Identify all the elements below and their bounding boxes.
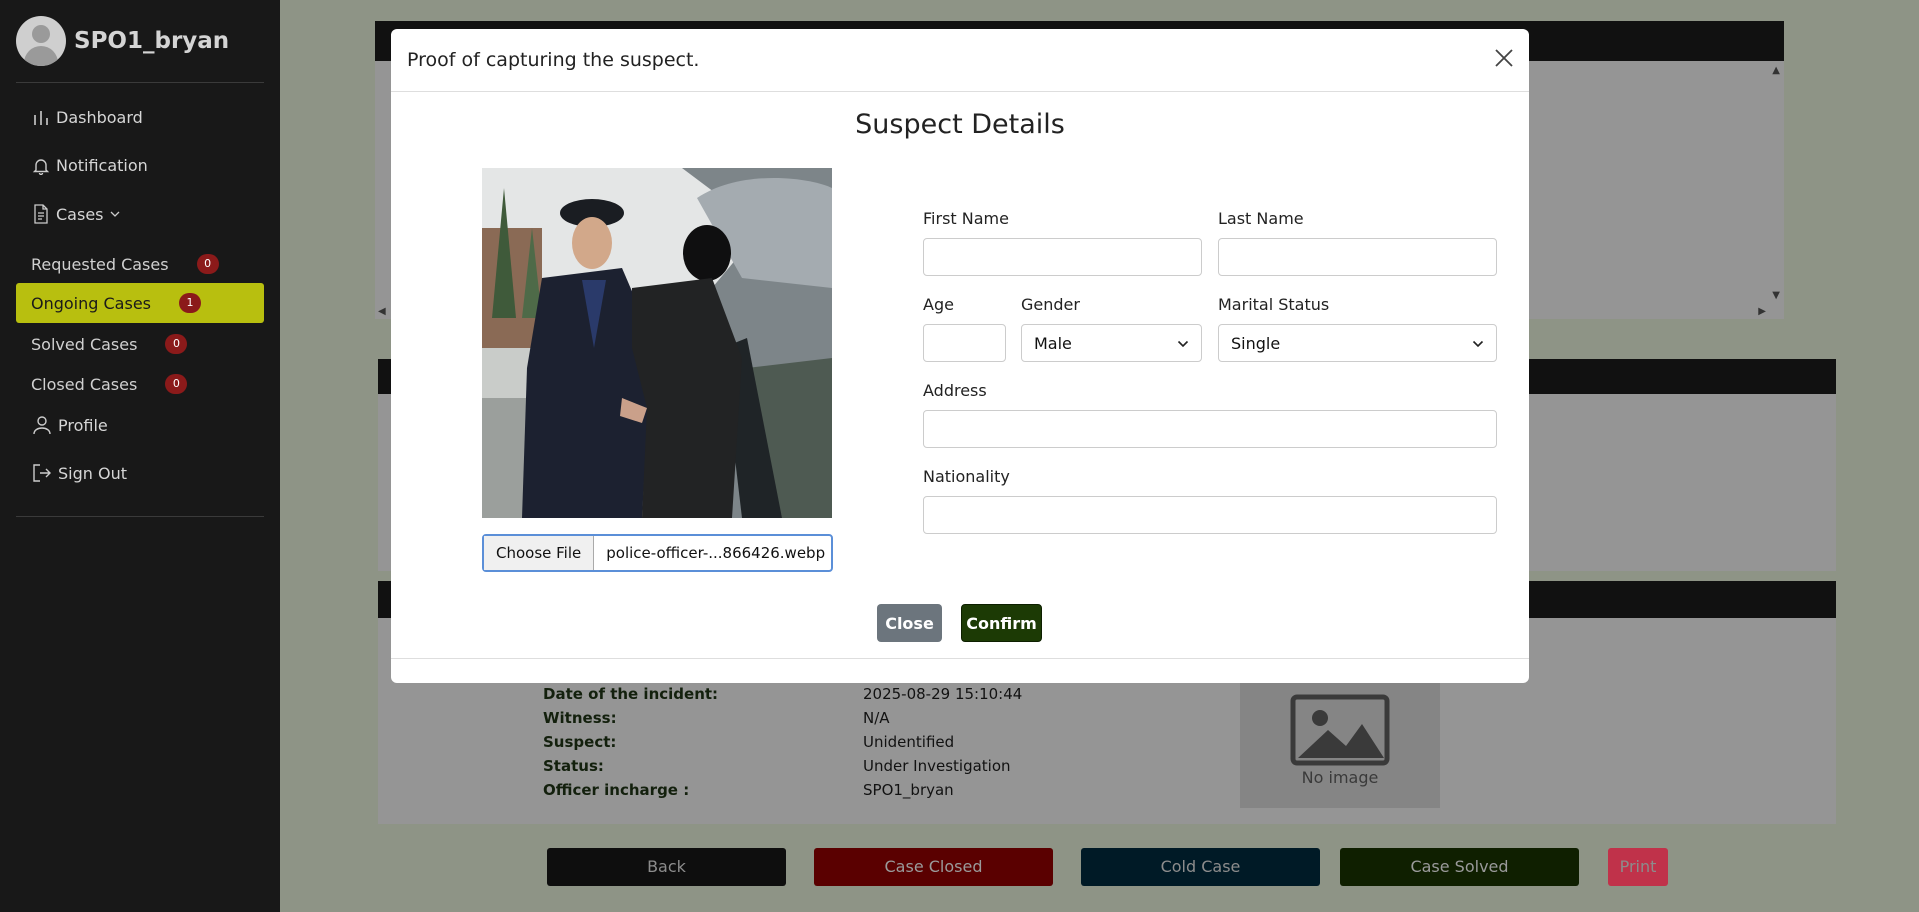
sign-out-icon (33, 464, 51, 482)
no-image-placeholder: No image (1240, 676, 1440, 808)
chevron-down-icon (1472, 340, 1484, 348)
scroll-up-icon[interactable]: ▲ (1772, 65, 1780, 76)
nationality-field[interactable] (923, 496, 1497, 534)
age-label: Age (923, 295, 954, 314)
age-field[interactable] (923, 324, 1006, 362)
scroll-right-icon[interactable]: ▶ (1758, 306, 1766, 317)
last-name-label: Last Name (1218, 209, 1304, 228)
confirm-button[interactable]: Confirm (961, 604, 1042, 642)
detail-label: Witness: (543, 709, 617, 727)
detail-label: Suspect: (543, 733, 617, 751)
marital-status-select-value: Single (1231, 333, 1281, 353)
detail-label: Date of the incident: (543, 685, 719, 703)
nav-signout[interactable]: Sign Out (32, 463, 127, 483)
nav-profile[interactable]: Profile (32, 415, 108, 435)
count-badge: 0 (165, 374, 188, 394)
detail-value: 2025-08-29 15:10:44 (863, 685, 1023, 703)
nationality-label: Nationality (923, 467, 1010, 486)
close-icon[interactable] (1489, 43, 1519, 73)
nav-dashboard-label: Dashboard (56, 108, 143, 127)
nav-cases[interactable]: Cases (32, 204, 127, 224)
count-badge: 0 (165, 334, 188, 354)
scroll-left-icon[interactable]: ◀ (378, 306, 386, 317)
document-icon (34, 204, 48, 224)
nav-signout-label: Sign Out (58, 463, 127, 483)
modal-title: Proof of capturing the suspect. (407, 49, 700, 71)
scroll-down-icon[interactable]: ▼ (1772, 290, 1780, 301)
marital-status-label: Marital Status (1218, 295, 1330, 314)
detail-value: Unidentified (863, 733, 955, 751)
sidebar-item-label: Ongoing Cases (31, 293, 151, 313)
detail-value: N/A (863, 709, 890, 727)
case-closed-button[interactable]: Case Closed (814, 848, 1053, 886)
nav-cases-label: Cases (56, 204, 104, 224)
nav-notification[interactable]: Notification (32, 156, 148, 175)
case-solved-button[interactable]: Case Solved (1340, 848, 1579, 886)
chevron-down-icon (110, 211, 119, 217)
sidebar-item-label: Closed Cases (31, 374, 138, 394)
chevron-down-icon (1177, 340, 1189, 348)
marital-status-select[interactable]: Single (1218, 324, 1497, 362)
nav-profile-label: Profile (58, 415, 108, 435)
bell-icon (32, 158, 50, 175)
count-badge: 0 (196, 254, 219, 274)
back-button[interactable]: Back (547, 848, 786, 886)
sidebar: SPO1_bryan Dashboard Notification Cases … (0, 0, 280, 912)
nav-notification-label: Notification (56, 156, 148, 175)
cold-case-button[interactable]: Cold Case (1081, 848, 1320, 886)
sidebar-divider (16, 82, 264, 83)
detail-value: SPO1_bryan (863, 781, 954, 799)
modal-header-divider (391, 91, 1529, 92)
person-icon (33, 416, 51, 435)
image-icon (1290, 694, 1390, 766)
avatar (16, 16, 66, 66)
detail-label: Status: (543, 757, 604, 775)
suspect-modal: Proof of capturing the suspect. Suspect … (391, 29, 1529, 683)
sidebar-item-requested-cases[interactable]: Requested Cases 0 (16, 244, 264, 284)
file-input[interactable]: Choose File police-officer-...866426.web… (482, 534, 833, 572)
choose-file-button[interactable]: Choose File (484, 536, 595, 570)
sidebar-item-label: Solved Cases (31, 334, 138, 354)
suspect-photo (482, 168, 832, 518)
gender-select-value: Male (1034, 333, 1072, 353)
user-header: SPO1_bryan (16, 16, 229, 66)
gender-select[interactable]: Male (1021, 324, 1202, 362)
sidebar-item-label: Requested Cases (31, 254, 169, 274)
sidebar-item-ongoing-cases[interactable]: Ongoing Cases 1 (16, 283, 264, 323)
print-button[interactable]: Print (1608, 848, 1668, 886)
nav-dashboard[interactable]: Dashboard (32, 108, 143, 127)
gender-label: Gender (1021, 295, 1080, 314)
sidebar-item-closed-cases[interactable]: Closed Cases 0 (16, 364, 264, 404)
modal-footer-divider (391, 658, 1529, 659)
detail-value: Under Investigation (863, 757, 1011, 775)
file-name: police-officer-...866426.webp (606, 544, 826, 562)
address-field[interactable] (923, 410, 1497, 448)
no-image-text: No image (1301, 768, 1379, 787)
sidebar-item-solved-cases[interactable]: Solved Cases 0 (16, 324, 264, 364)
section-title: Suspect Details (855, 109, 1065, 140)
first-name-label: First Name (923, 209, 1009, 228)
sidebar-divider (16, 516, 264, 517)
first-name-field[interactable] (923, 238, 1202, 276)
count-badge: 1 (179, 293, 201, 313)
username: SPO1_bryan (74, 28, 230, 54)
bar-chart-icon (34, 110, 48, 125)
detail-label: Officer incharge : (543, 781, 690, 799)
close-button[interactable]: Close (877, 604, 942, 642)
last-name-field[interactable] (1218, 238, 1497, 276)
address-label: Address (923, 381, 987, 400)
